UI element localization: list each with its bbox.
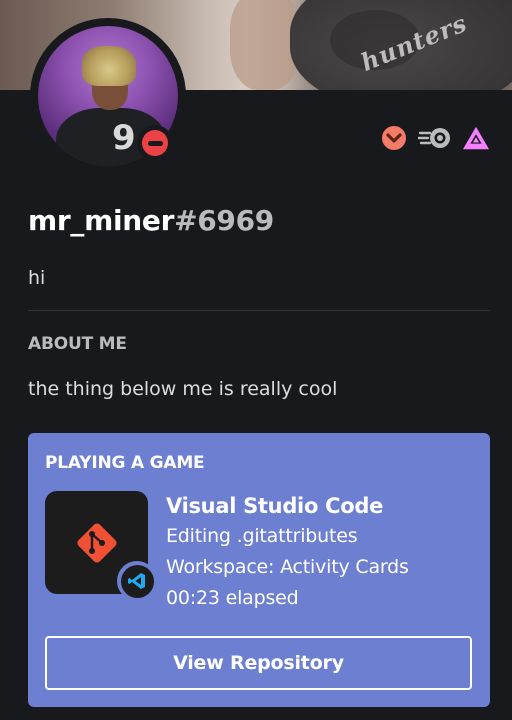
nitro-badge-icon[interactable] xyxy=(418,124,452,152)
activity-state-line: Workspace: Activity Cards xyxy=(166,556,409,578)
avatar-jersey-number: 9 xyxy=(112,118,136,158)
activity-heading: PLAYING A GAME xyxy=(45,453,205,473)
activity-elapsed-time: 00:23 elapsed xyxy=(166,587,299,609)
view-repository-button[interactable]: View Repository xyxy=(45,636,472,690)
git-icon xyxy=(76,522,117,563)
status-indicator xyxy=(137,125,173,161)
activity-details-line: Editing .gitattributes xyxy=(166,525,358,547)
divider xyxy=(28,310,490,311)
vscode-icon xyxy=(128,573,145,589)
hypesquad-balance-badge-icon[interactable] xyxy=(462,124,490,152)
user-profile-card: hunters 9 mr_miner#6969 hi ABOUT ME the … xyxy=(0,0,512,720)
username-name: mr_miner xyxy=(28,204,175,237)
activity-small-image xyxy=(117,561,157,601)
about-me-text: the thing below me is really cool xyxy=(28,378,338,400)
activity-details: Visual Studio Code Editing .gitattribute… xyxy=(166,491,409,614)
nitro-boost-badge-icon[interactable] xyxy=(380,124,408,152)
activity-name: Visual Studio Code xyxy=(166,494,384,518)
activity-card: PLAYING A GAME Visual Studio Code Editin… xyxy=(28,433,490,707)
badge-list xyxy=(380,124,490,152)
username-discriminator: #6969 xyxy=(174,204,274,237)
do-not-disturb-icon xyxy=(142,130,168,156)
about-me-heading: ABOUT ME xyxy=(28,334,127,354)
username: mr_miner#6969 xyxy=(28,204,274,237)
custom-status: hi xyxy=(28,267,46,289)
